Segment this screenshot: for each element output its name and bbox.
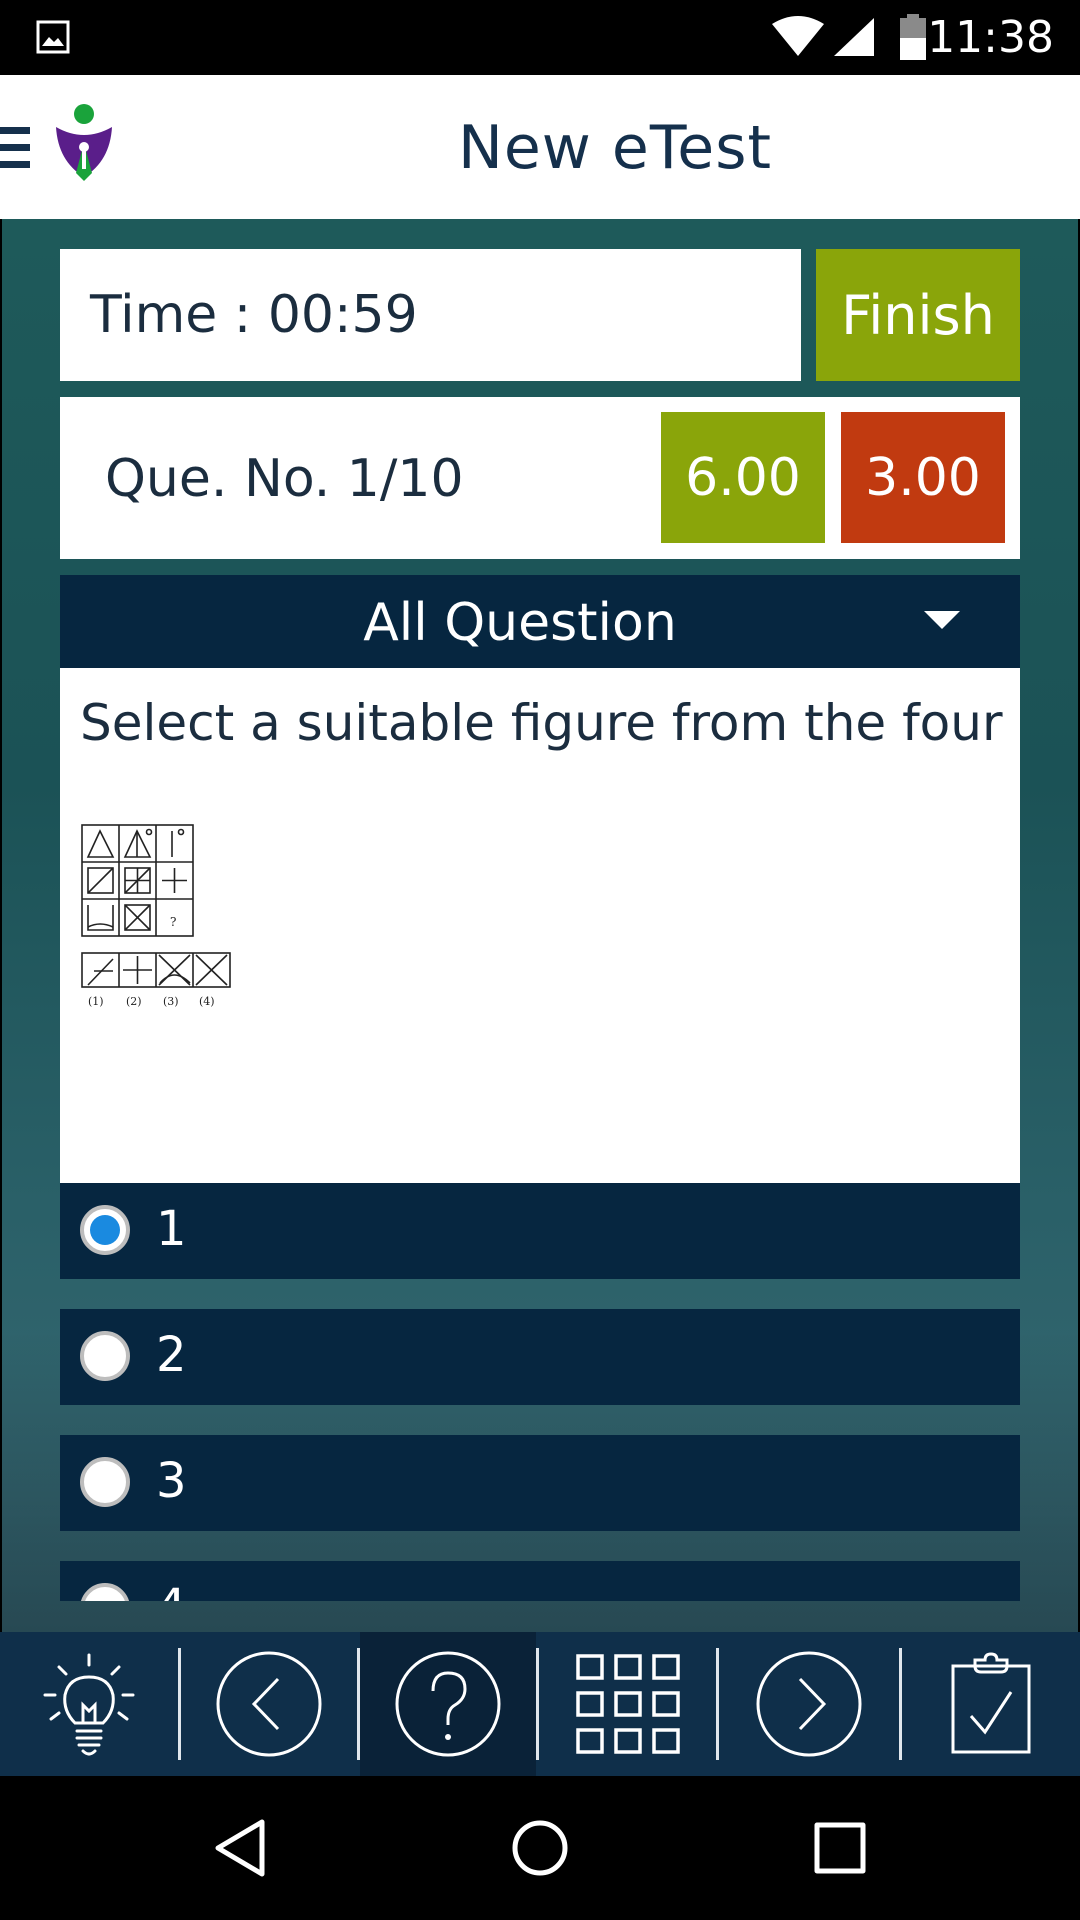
help-button[interactable] [360,1632,536,1776]
answer-option-label: 3 [156,1453,187,1509]
figure-question-mark: ? [170,915,176,929]
finish-button[interactable]: Finish [816,249,1020,381]
next-button[interactable] [719,1632,899,1776]
chevron-left-circle-icon [216,1651,322,1757]
home-icon [512,1820,568,1876]
question-text: Select a suitable figure from the four a [80,694,1020,752]
timer-text: Time : 00:59 [90,285,418,345]
answer-option-3[interactable]: 3 [60,1435,1020,1531]
submit-button[interactable] [902,1632,1080,1776]
bottom-toolbar [0,1632,1080,1776]
grid-icon [575,1654,680,1754]
system-navigation-bar [0,1776,1080,1920]
clipboard-check-icon [951,1652,1031,1754]
figure-label-3: (3) [163,995,179,1008]
answer-option-label: 1 [156,1201,187,1257]
radio-button-selected[interactable] [80,1205,130,1255]
wifi-icon [772,16,824,56]
question-panel: Select a suitable figure from the four a [60,668,1020,1183]
back-icon [215,1819,265,1877]
question-figure: ? (1) (2) (3) (4) [81,824,231,1008]
chevron-down-icon [924,611,960,629]
answer-option-2[interactable]: 2 [60,1309,1020,1405]
dropdown-selected-value: All Question [363,593,677,653]
positive-marks-badge: 6.00 [661,412,825,543]
logo-icon [56,104,112,181]
signal-icon [834,18,874,56]
home-button[interactable] [480,1776,600,1920]
question-circle-icon [395,1651,501,1757]
radio-button[interactable] [80,1457,130,1507]
app-bar: New eTest [0,75,1080,219]
question-filter-dropdown[interactable]: All Question [60,575,1020,668]
page-title: New eTest [457,113,772,183]
figure-label-4: (4) [199,995,215,1008]
figure-label-2: (2) [126,995,142,1008]
answer-options: 1 2 3 4 [60,1183,1020,1601]
answer-option-4[interactable]: 4 [60,1561,1020,1601]
answer-option-label: 4 [156,1579,187,1601]
question-number-box: Que. No. 1/10 6.00 3.00 [60,397,1020,559]
image-icon [36,20,70,54]
battery-icon [900,14,926,60]
recents-icon [814,1822,866,1874]
recents-button[interactable] [780,1776,900,1920]
radio-button[interactable] [80,1583,130,1601]
answer-option-label: 2 [156,1327,187,1383]
timer-box: Time : 00:59 [60,249,801,381]
hint-button[interactable] [0,1632,178,1776]
status-bar: 11:38 [0,0,1080,75]
question-number: Que. No. 1/10 [105,449,464,509]
figure-label-1: (1) [88,995,104,1008]
clock: 11:38 [927,12,1054,63]
radio-button[interactable] [80,1331,130,1381]
back-button[interactable] [180,1776,300,1920]
answer-option-1[interactable]: 1 [60,1183,1020,1279]
lightbulb-icon [43,1653,135,1756]
chevron-right-circle-icon [756,1651,862,1757]
question-grid-button[interactable] [539,1632,716,1776]
negative-marks-badge: 3.00 [841,412,1005,543]
previous-button[interactable] [181,1632,357,1776]
menu-icon[interactable] [0,125,30,171]
